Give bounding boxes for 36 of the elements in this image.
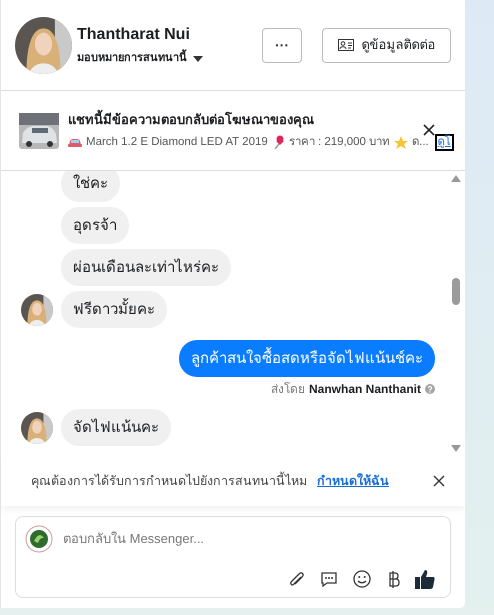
ad-detail-text: March 1.2 E Diamond LED AT 2019 [86,134,268,150]
scrollbar-thumb[interactable] [452,278,460,305]
assign-question: คุณต้องการได้รับการกำหนดไปยังการสนทนานี้ไหม [31,472,307,490]
paperclip-icon[interactable] [287,570,305,588]
scroll-down-icon[interactable] [451,445,461,452]
close-icon[interactable] [433,475,445,487]
reply-input[interactable]: ตอบกลับใน Messenger... [63,529,441,549]
message-bubble: จัดไฟแน้นคะ [61,409,171,446]
ad-reply-title: แชทนี้มีข้อความตอบกลับต่อโฆษณาของคุณ [68,110,465,130]
caret-icon [193,56,203,62]
message-bubble: ฟรีดาวมั้ยคะ [61,291,167,328]
scrollbar[interactable] [450,175,462,452]
contact-name: Thantharat Nui [77,25,191,46]
ad-detail-text: ราคา : 219,000 บาท [288,134,390,150]
sent-by-label: ส่งโดย [270,381,305,397]
star-icon [394,136,408,149]
view-ad-link[interactable]: ดูโ [434,134,454,151]
car-icon [68,136,82,148]
close-icon[interactable] [423,124,435,136]
assign-dropdown[interactable]: มอบหมายการสนทนานี้ [77,50,203,67]
chat-bubble-icon[interactable] [320,570,338,588]
message-bubble: ใช่คะ [61,171,120,202]
pushpin-icon [272,135,285,150]
message-bubble: อุดรจ้า [61,207,129,244]
sender-name: Nanwhan Nanthanit [308,381,421,397]
message-bubble: ผ่อนเดือนละเท่าไหร่คะ [61,249,231,286]
thumbs-up-icon[interactable] [415,569,435,589]
logo-icon [25,525,53,553]
ad-detail-text: ด... [412,134,429,150]
assign-to-me-link[interactable]: กำหนดให้ฉัน [317,472,389,490]
contact-card-icon [338,39,354,51]
message-bubble: ลูกค้าสนใจซื้อสดหรือจัดไฟแน้นช์คะ [179,340,435,377]
contact-info-button[interactable]: ดูข้อมูลติดต่อ [322,28,451,62]
scroll-up-icon[interactable] [451,175,461,182]
smiley-icon[interactable] [353,570,371,588]
more-button[interactable]: ··· [262,28,302,62]
